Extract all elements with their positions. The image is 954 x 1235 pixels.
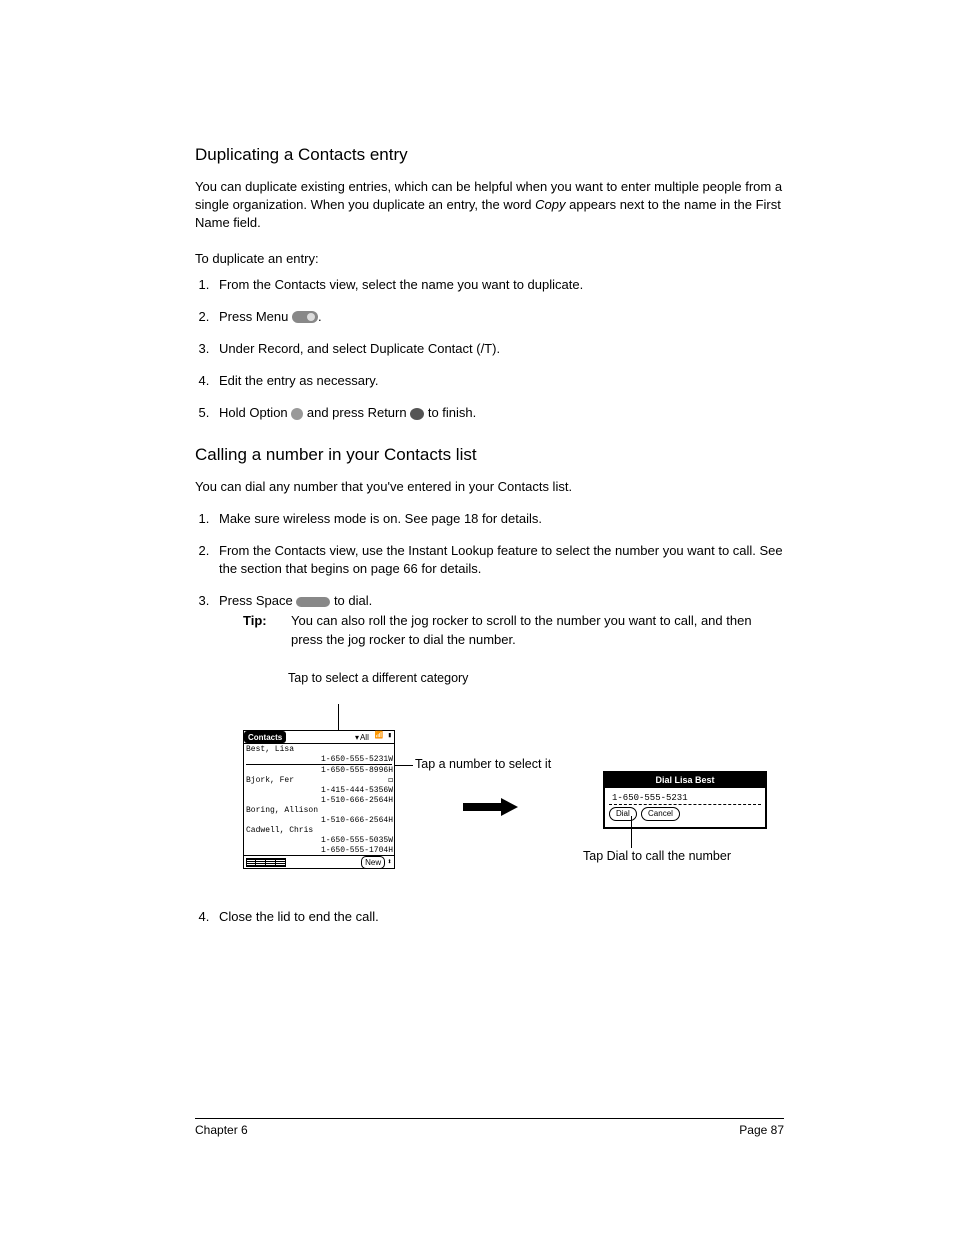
cancel-button[interactable]: Cancel: [641, 807, 680, 820]
italic-word: Copy: [535, 197, 565, 212]
space-button-icon: [296, 597, 330, 607]
contact-number-row[interactable]: 1-650-555-1704H: [244, 845, 394, 855]
text: Press Space: [219, 593, 296, 608]
list-item: Close the lid to end the call.: [213, 908, 784, 926]
list-item: Make sure wireless mode is on. See page …: [213, 510, 784, 528]
section-heading-calling: Calling a number in your Contacts list: [195, 445, 784, 465]
ordered-list: From the Contacts view, select the name …: [195, 276, 784, 423]
text: From the Contacts view, use the Instant …: [219, 543, 783, 576]
tip-block: Tip: You can also roll the jog rocker to…: [243, 612, 784, 650]
list-item: Hold Option and press Return to finish.: [213, 404, 784, 422]
page-footer: Chapter 6 Page 87: [195, 1118, 784, 1137]
arrow-icon: [463, 800, 518, 814]
subheading: To duplicate an entry:: [195, 251, 784, 266]
footer-page: Page 87: [739, 1123, 784, 1137]
dial-screenshot: Dial Lisa Best 1-650-555-5231 Dial Cance…: [603, 771, 767, 828]
callout-number: Tap a number to select it: [415, 756, 551, 772]
ordered-list: Make sure wireless mode is on. See page …: [195, 510, 784, 927]
callout-line: [393, 765, 413, 766]
text: to finish.: [424, 405, 476, 420]
callout-line: [338, 704, 339, 732]
text: Press Menu: [219, 309, 292, 324]
view-icons[interactable]: [246, 858, 286, 867]
list-item: From the Contacts view, select the name …: [213, 276, 784, 294]
menu-button-icon: [292, 311, 318, 323]
text: to dial.: [330, 593, 372, 608]
text: From the Contacts view, select the name …: [219, 277, 583, 292]
text: Close the lid to end the call.: [219, 909, 379, 924]
list-item: Press Menu .: [213, 308, 784, 326]
scroll-arrows-icon[interactable]: ⬍: [387, 857, 392, 868]
dial-number[interactable]: 1-650-555-5231: [609, 790, 761, 806]
list-item: From the Contacts view, use the Instant …: [213, 542, 784, 578]
new-button[interactable]: New: [361, 856, 385, 869]
paragraph: You can dial any number that you've ente…: [195, 478, 784, 496]
tip-label: Tip:: [243, 612, 291, 650]
list-item: Edit the entry as necessary.: [213, 372, 784, 390]
figure: Tap to select a different category Tap a…: [243, 670, 784, 890]
option-button-icon: [291, 408, 303, 420]
list-item: Under Record, and select Duplicate Conta…: [213, 340, 784, 358]
phone-number: 1-650-555-5231W: [321, 754, 393, 765]
document-page: Duplicating a Contacts entry You can dup…: [0, 0, 954, 1235]
footer-chapter: Chapter 6: [195, 1123, 248, 1137]
contacts-screenshot: Contacts All 📶 ▮ Best, Lisa 1-650-555-52…: [243, 730, 395, 869]
callout-category: Tap to select a different category: [288, 670, 468, 686]
signal-icon: 📶 ▮: [372, 731, 394, 743]
contacts-header: Contacts All 📶 ▮: [244, 731, 394, 744]
text: .: [318, 309, 322, 324]
callout-line: [631, 816, 632, 848]
contact-number-row[interactable]: 1-650-555-5231W: [244, 754, 394, 764]
phone-number: 1-650-555-1704H: [321, 845, 393, 856]
section-heading-duplicating: Duplicating a Contacts entry: [195, 145, 784, 165]
tip-body: You can also roll the jog rocker to scro…: [291, 612, 784, 650]
text: and press Return: [303, 405, 410, 420]
category-dropdown[interactable]: All: [355, 731, 372, 743]
paragraph: You can duplicate existing entries, whic…: [195, 178, 784, 233]
dial-button[interactable]: Dial: [609, 807, 637, 820]
return-button-icon: [410, 408, 424, 420]
contacts-footer: New ⬍: [244, 855, 394, 868]
text: Make sure wireless mode is on. See page …: [219, 511, 542, 526]
text: Under Record, and select Duplicate Conta…: [219, 341, 500, 356]
text: Hold Option: [219, 405, 291, 420]
list-item: Press Space to dial. Tip: You can also r…: [213, 592, 784, 890]
dial-title: Dial Lisa Best: [605, 773, 765, 788]
text: Edit the entry as necessary.: [219, 373, 378, 388]
callout-dial: Tap Dial to call the number: [583, 848, 731, 864]
contacts-title: Contacts: [244, 731, 286, 743]
